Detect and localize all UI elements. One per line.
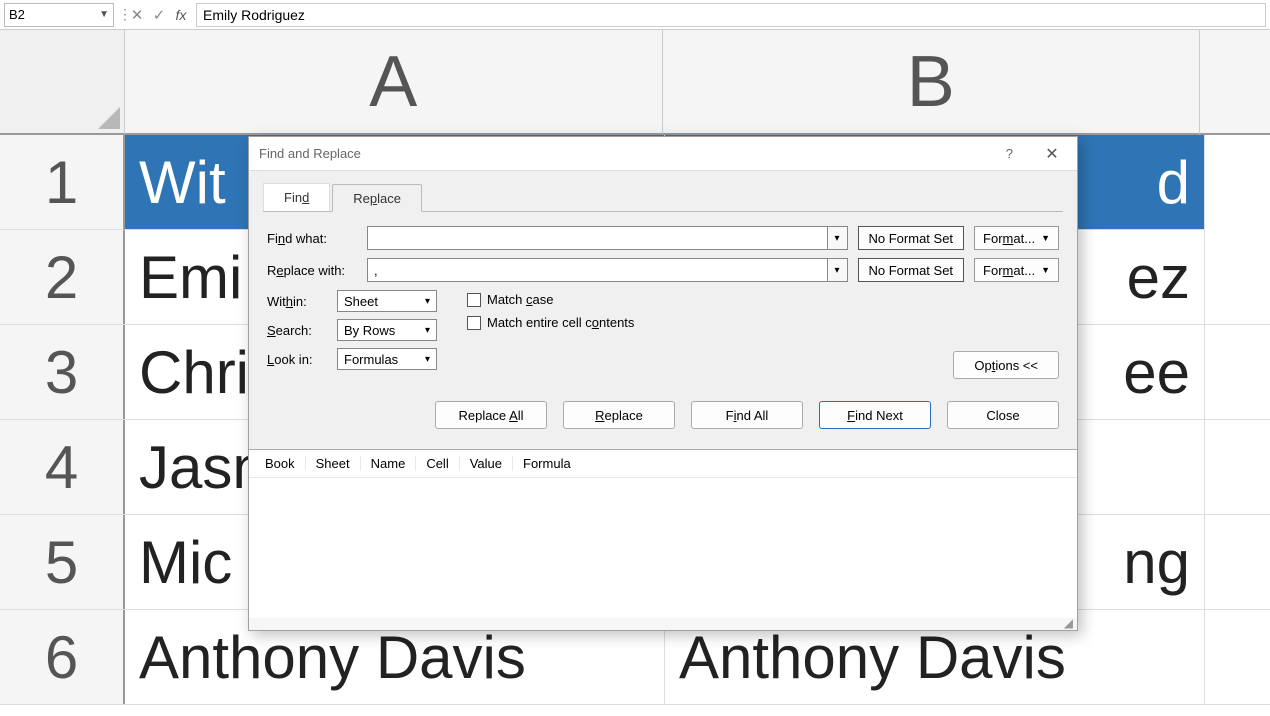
formula-value: Emily Rodriguez <box>203 7 305 23</box>
row-header-3[interactable]: 3 <box>0 325 125 419</box>
find-format-button[interactable]: Format... ▼ <box>974 226 1059 250</box>
separator-icon: ⋮ <box>118 6 126 23</box>
match-entire-cell-label: Match entire cell contents <box>487 315 634 330</box>
results-col-cell[interactable]: Cell <box>416 456 459 471</box>
results-col-name[interactable]: Name <box>361 456 417 471</box>
column-header-a[interactable]: A <box>125 30 663 135</box>
replace-format-preview[interactable]: No Format Set <box>858 258 965 282</box>
match-entire-cell-checkbox[interactable] <box>467 316 481 330</box>
lookin-label: Look in: <box>267 352 327 367</box>
options-button[interactable]: Options << <box>953 351 1059 379</box>
match-case-checkbox[interactable] <box>467 293 481 307</box>
row-header-2[interactable]: 2 <box>0 230 125 324</box>
select-all-corner[interactable] <box>0 30 125 135</box>
help-icon[interactable]: ? <box>1006 146 1013 161</box>
lookin-select[interactable]: Formulas ▾ <box>337 348 437 370</box>
results-header: Book Sheet Name Cell Value Formula <box>249 450 1077 478</box>
tab-find[interactable]: Find <box>263 183 330 211</box>
dialog-tabs: Find Replace <box>263 183 1063 211</box>
name-box-value: B2 <box>9 7 25 22</box>
chevron-down-icon: ▼ <box>1041 265 1050 275</box>
row-header-4[interactable]: 4 <box>0 420 125 514</box>
within-label: Within: <box>267 294 327 309</box>
chevron-down-icon: ▾ <box>425 325 430 336</box>
results-col-formula[interactable]: Formula <box>513 456 581 471</box>
formula-bar: B2 ▼ ⋮ ✕ ✓ fx Emily Rodriguez <box>0 0 1270 30</box>
results-col-value[interactable]: Value <box>460 456 513 471</box>
fx-icon[interactable]: fx <box>170 4 192 26</box>
name-box[interactable]: B2 ▼ <box>4 3 114 27</box>
replace-with-input[interactable]: , <box>367 258 828 282</box>
replace-with-label: Replace with: <box>267 263 357 278</box>
chevron-down-icon: ▾ <box>425 354 430 365</box>
replace-format-button[interactable]: Format... ▼ <box>974 258 1059 282</box>
row-header-1[interactable]: 1 <box>0 135 125 230</box>
close-icon[interactable]: ✕ <box>1037 144 1067 164</box>
match-case-label: Match case <box>487 292 553 307</box>
find-replace-dialog: Find and Replace ? ✕ Find Replace Find w… <box>248 136 1078 631</box>
find-what-label: Find what: <box>267 231 357 246</box>
tab-replace[interactable]: Replace <box>332 184 422 212</box>
chevron-down-icon[interactable]: ▾ <box>828 258 848 282</box>
results-pane: Book Sheet Name Cell Value Formula <box>249 449 1077 618</box>
search-label: Search: <box>267 323 327 338</box>
column-headers: A B <box>0 30 1270 135</box>
chevron-down-icon: ▾ <box>425 296 430 307</box>
dialog-titlebar[interactable]: Find and Replace ? ✕ <box>249 137 1077 171</box>
column-header-b[interactable]: B <box>663 30 1201 135</box>
column-header-extra[interactable] <box>1200 30 1270 135</box>
chevron-down-icon: ▼ <box>99 9 109 20</box>
row-header-6[interactable]: 6 <box>0 610 125 704</box>
find-next-button[interactable]: Find Next <box>819 401 931 429</box>
results-col-book[interactable]: Book <box>255 456 306 471</box>
search-select[interactable]: By Rows ▾ <box>337 319 437 341</box>
results-list[interactable] <box>249 478 1077 618</box>
find-what-input[interactable] <box>367 226 828 250</box>
replace-all-button[interactable]: Replace All <box>435 401 547 429</box>
close-button[interactable]: Close <box>947 401 1059 429</box>
find-all-button[interactable]: Find All <box>691 401 803 429</box>
chevron-down-icon: ▼ <box>1041 233 1050 243</box>
cancel-formula-icon[interactable]: ✕ <box>126 4 148 26</box>
row-header-5[interactable]: 5 <box>0 515 125 609</box>
resize-grip-icon[interactable]: ◢ <box>249 618 1077 630</box>
replace-button[interactable]: Replace <box>563 401 675 429</box>
results-col-sheet[interactable]: Sheet <box>306 456 361 471</box>
dialog-title: Find and Replace <box>259 146 361 161</box>
find-format-preview[interactable]: No Format Set <box>858 226 965 250</box>
chevron-down-icon[interactable]: ▾ <box>828 226 848 250</box>
within-select[interactable]: Sheet ▾ <box>337 290 437 312</box>
accept-formula-icon[interactable]: ✓ <box>148 4 170 26</box>
formula-input[interactable]: Emily Rodriguez <box>196 3 1266 27</box>
